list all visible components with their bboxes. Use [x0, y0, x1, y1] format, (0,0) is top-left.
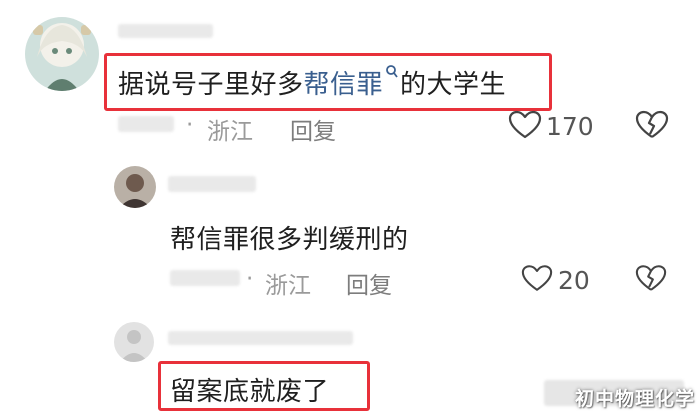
timestamp-blurred [170, 270, 240, 286]
comment-text: 帮信罪很多判缓刑的 [170, 225, 409, 255]
like-heart-icon[interactable] [521, 264, 553, 293]
comment-location: 浙江 [265, 273, 311, 299]
comment-text-part: 据说号子里好多 [118, 70, 304, 100]
default-avatar[interactable] [114, 322, 154, 362]
username-blurred[interactable] [118, 24, 213, 38]
commenter-avatar[interactable] [25, 17, 99, 91]
default-user-icon [114, 322, 154, 362]
username-blurred[interactable] [168, 176, 256, 192]
comment-text: 据说号子里好多帮信罪 的大学生 [118, 64, 506, 101]
meta-separator: · [246, 266, 254, 292]
profile-photo-image [114, 166, 156, 208]
like-count: 170 [546, 112, 594, 141]
like-heart-icon[interactable] [508, 110, 542, 140]
search-icon[interactable] [385, 64, 399, 80]
reply-button[interactable]: 回复 [346, 266, 392, 300]
comment-text: 留案底就废了 [170, 377, 330, 407]
timestamp-blurred [118, 116, 174, 132]
watermark-text: 初中物理化学 [575, 388, 696, 410]
commenter-avatar[interactable] [114, 166, 156, 208]
meta-separator: · [186, 112, 194, 138]
username-blurred[interactable] [168, 331, 353, 345]
topic-link[interactable]: 帮信罪 [304, 70, 384, 100]
anime-avatar-image [25, 17, 99, 91]
comment-text-part: 的大学生 [400, 70, 507, 100]
dislike-broken-heart-icon[interactable] [635, 110, 669, 140]
like-count: 20 [558, 266, 590, 295]
comment-location: 浙江 [207, 119, 253, 145]
dislike-broken-heart-icon[interactable] [635, 264, 667, 293]
reply-button[interactable]: 回复 [290, 112, 336, 146]
